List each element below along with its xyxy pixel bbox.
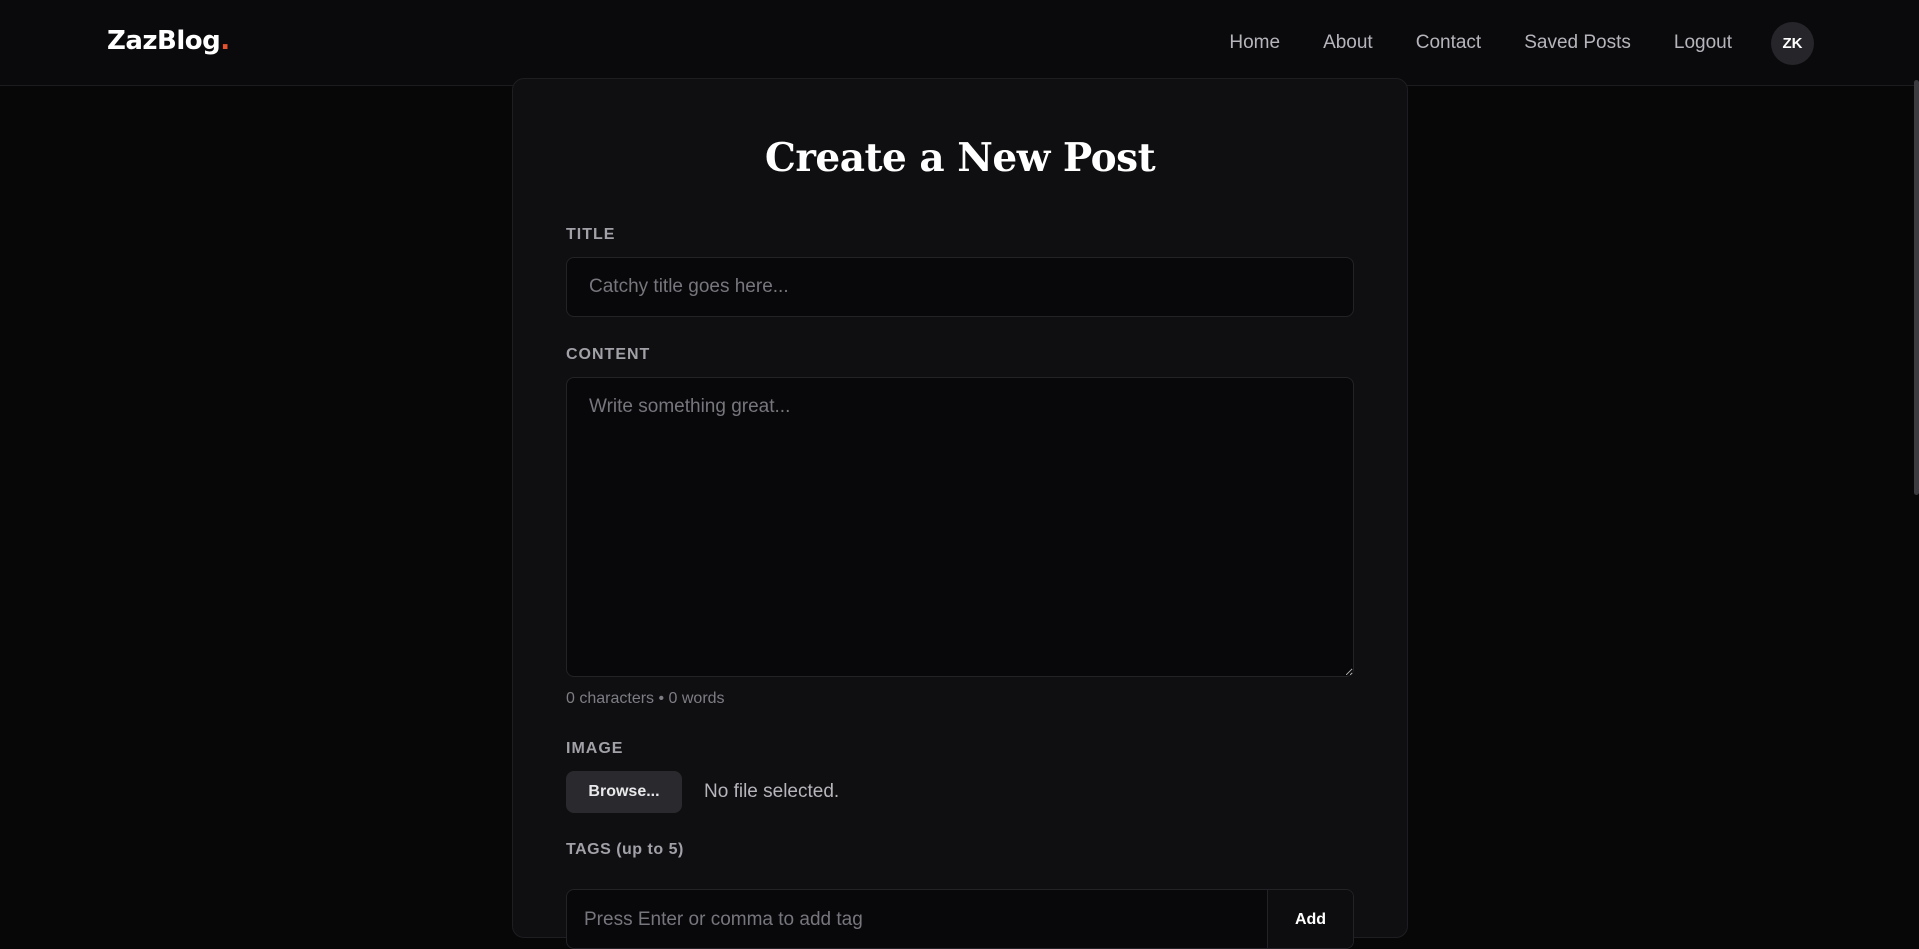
- brand-logo[interactable]: ZazBlog.: [107, 26, 230, 56]
- nav-links: Home About Contact Saved Posts Logout: [1229, 0, 1732, 86]
- nav-contact-link[interactable]: Contact: [1416, 32, 1481, 54]
- nav-home-link[interactable]: Home: [1229, 32, 1280, 54]
- brand-name: ZazBlog: [107, 26, 221, 56]
- content-textarea[interactable]: [566, 377, 1354, 677]
- nav-saved-posts-link[interactable]: Saved Posts: [1524, 32, 1631, 54]
- nav-about-link[interactable]: About: [1323, 32, 1373, 54]
- tag-input-group: Add: [566, 889, 1354, 949]
- title-label: TITLE: [566, 226, 616, 243]
- tag-input[interactable]: [567, 890, 1267, 948]
- image-label: IMAGE: [566, 740, 624, 757]
- tags-label: TAGS (up to 5): [566, 841, 684, 858]
- file-status: No file selected.: [704, 781, 840, 802]
- title-input[interactable]: [566, 257, 1354, 317]
- user-avatar[interactable]: ZK: [1771, 22, 1814, 65]
- page-title: Create a New Post: [764, 135, 1156, 181]
- browse-button[interactable]: Browse...: [566, 771, 682, 813]
- brand-dot: .: [220, 26, 230, 56]
- add-tag-button[interactable]: Add: [1267, 890, 1353, 948]
- content-counter: 0 characters • 0 words: [566, 690, 725, 707]
- create-post-card: Create a New Post TITLE CONTENT 0 charac…: [512, 78, 1408, 949]
- nav-logout-link[interactable]: Logout: [1674, 32, 1732, 54]
- content-label: CONTENT: [566, 346, 651, 363]
- page-scrollbar[interactable]: [1914, 80, 1919, 495]
- top-navbar: ZazBlog. Home About Contact Saved Posts …: [0, 0, 1919, 86]
